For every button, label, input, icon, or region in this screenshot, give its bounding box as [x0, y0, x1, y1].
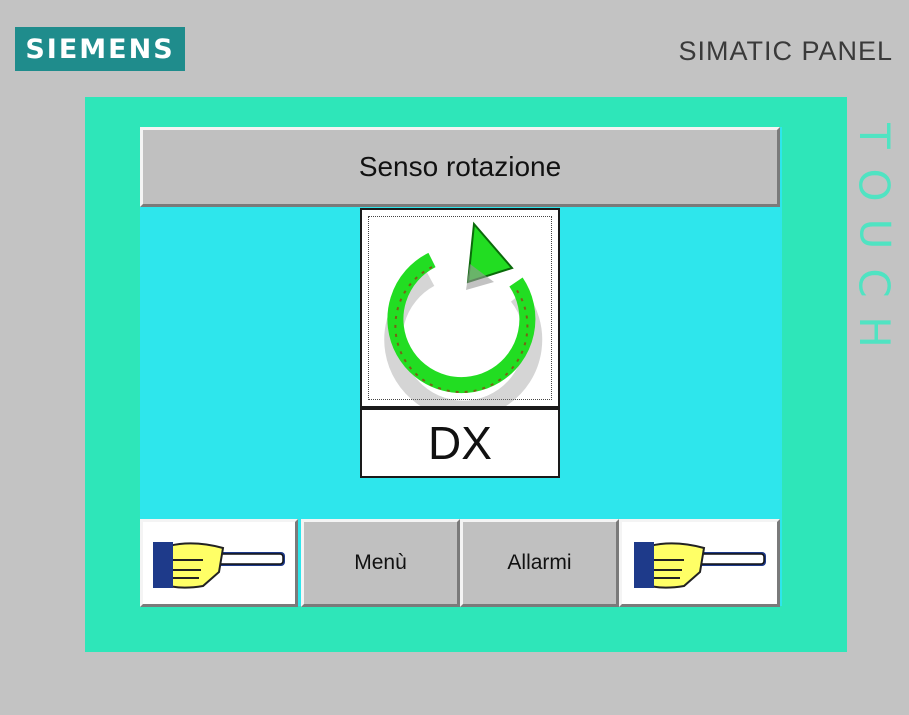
- touch-letter: C: [849, 268, 899, 298]
- prev-page-button[interactable]: [140, 519, 298, 607]
- direction-display: DX: [360, 408, 560, 478]
- touch-letter: U: [850, 218, 899, 250]
- alarms-button[interactable]: Allarmi: [460, 519, 619, 607]
- brand-logo: SIEMENS: [15, 27, 185, 71]
- next-page-button[interactable]: [619, 519, 780, 607]
- pointing-hand-right-icon: [633, 542, 766, 589]
- pointing-hand-left-icon: [153, 542, 285, 589]
- touch-letter: H: [850, 316, 899, 348]
- rotation-toggle-button[interactable]: [360, 208, 560, 408]
- rotate-counterclockwise-icon: [384, 221, 543, 406]
- touch-label: TOUCH: [849, 114, 899, 354]
- menu-button[interactable]: Menù: [301, 519, 460, 607]
- panel-model-label: SIMATIC PANEL: [678, 36, 893, 66]
- hmi-panel: SIEMENS SIMATIC PANEL TOUCH Senso rotazi…: [0, 0, 909, 715]
- touch-letter: O: [850, 168, 899, 202]
- touch-letter: T: [850, 123, 899, 149]
- page-title: Senso rotazione: [140, 127, 780, 207]
